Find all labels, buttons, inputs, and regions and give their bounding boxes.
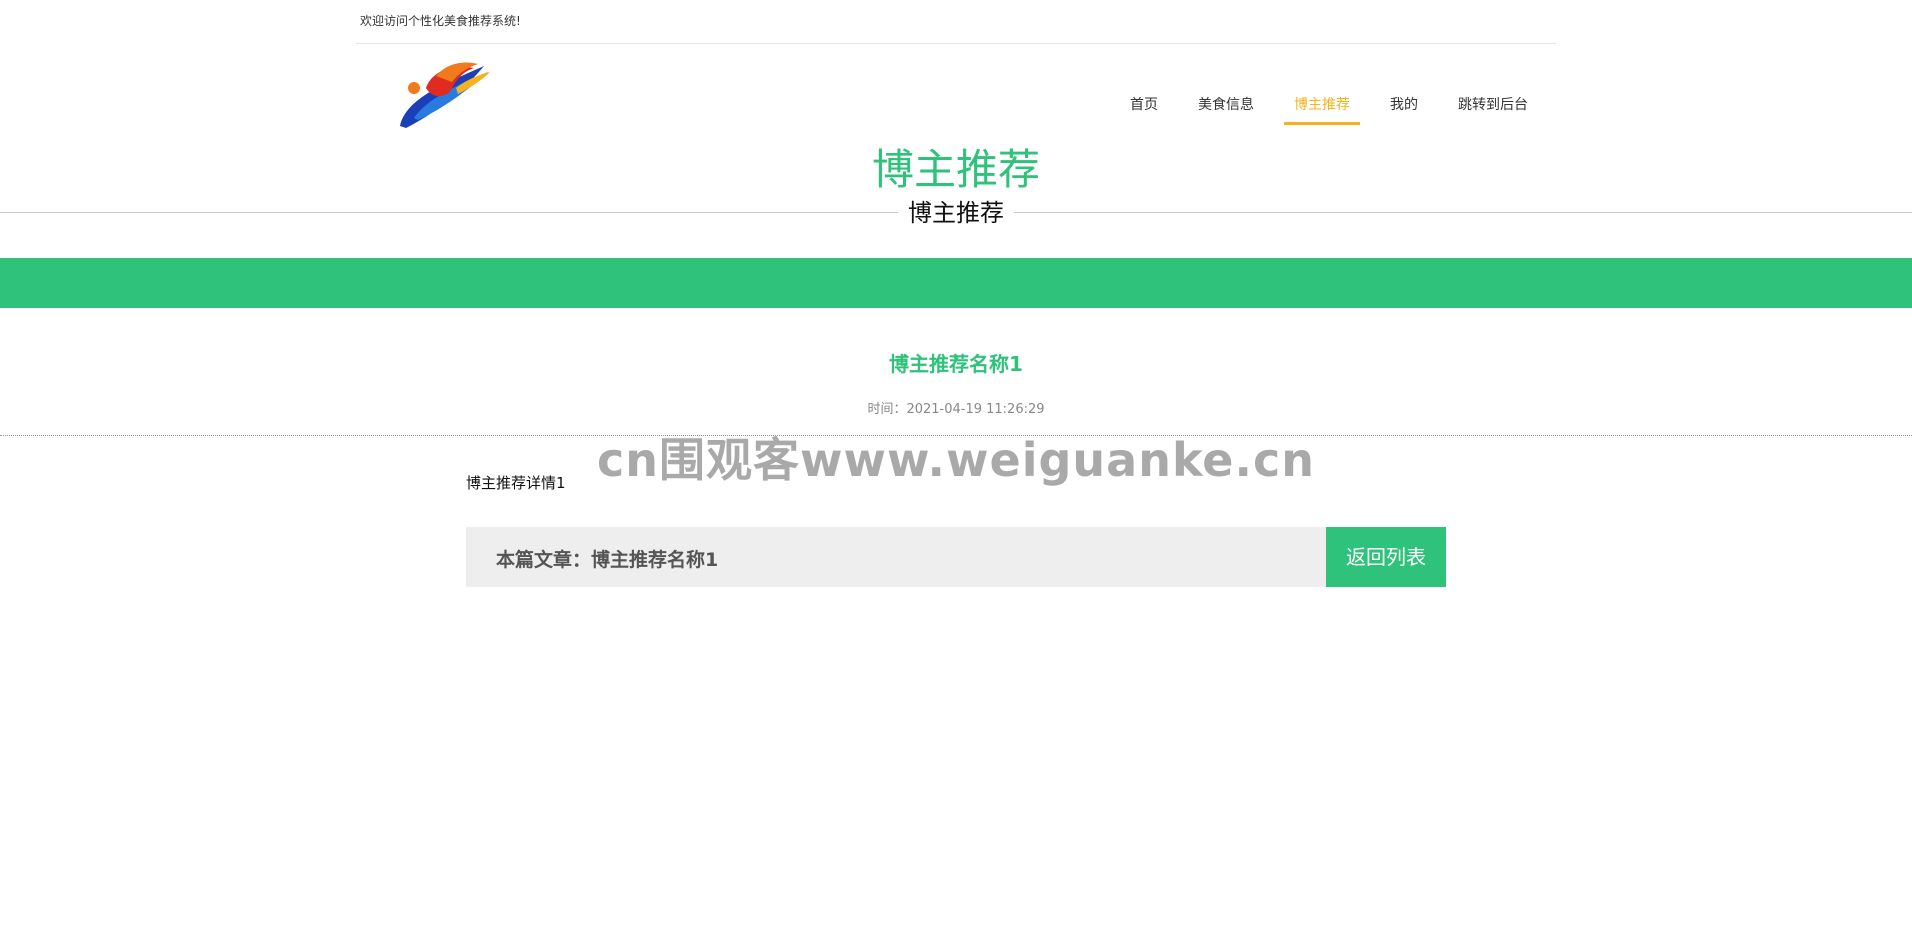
page-subtitle-text: 博主推荐 <box>898 196 1014 230</box>
nav-item-home[interactable]: 首页 <box>1120 88 1168 125</box>
article-title: 博主推荐名称1 <box>889 352 1023 376</box>
article-footer-bar: 本篇文章：博主推荐名称1 返回列表 <box>466 527 1446 587</box>
back-to-list-button[interactable]: 返回列表 <box>1326 527 1446 587</box>
main-nav: 首页 美食信息 博主推荐 我的 跳转到后台 <box>1100 88 1538 125</box>
welcome-text: 欢迎访问个性化美食推荐系统! <box>360 14 521 28</box>
nav-item-food-info[interactable]: 美食信息 <box>1188 88 1264 125</box>
nav-item-mine[interactable]: 我的 <box>1380 88 1428 125</box>
top-welcome-bar: 欢迎访问个性化美食推荐系统! <box>356 0 1556 44</box>
page-subtitle: 博主推荐 <box>0 196 1912 233</box>
watermark: cn围观客www.weiguanke.cn <box>596 433 1315 487</box>
current-article-label: 本篇文章：博主推荐名称1 <box>496 549 719 571</box>
article-body: 博主推荐详情1 <box>466 474 566 492</box>
page-title: 博主推荐 <box>871 145 1040 194</box>
nav-item-blogger-recommend[interactable]: 博主推荐 <box>1284 88 1360 125</box>
page: 欢迎访问个性化美食推荐系统! 首页 美食信息 博主推荐 我的 跳转到后台 博主推… <box>0 0 1912 932</box>
article-time: 时间：2021-04-19 11:26:29 <box>867 402 1045 417</box>
logo-icon[interactable] <box>396 58 492 134</box>
nav-item-admin[interactable]: 跳转到后台 <box>1448 88 1538 125</box>
green-banner <box>0 258 1912 308</box>
